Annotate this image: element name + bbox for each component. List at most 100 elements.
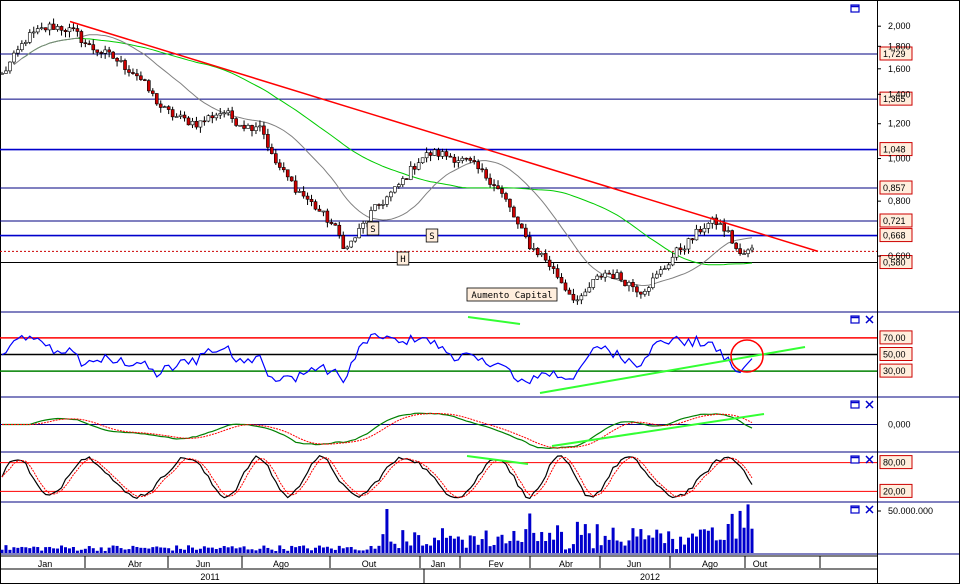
level-label-text: 0,721 (883, 216, 906, 226)
candle-body (341, 235, 346, 249)
close-x-icon[interactable] (865, 505, 874, 514)
candle-body (698, 228, 703, 233)
volume-bar (373, 548, 377, 553)
level-label-text: 0,857 (883, 183, 906, 193)
price-tick-label: 0,600 (888, 251, 911, 261)
annotation-text: H (400, 255, 405, 265)
candle-body (373, 204, 377, 211)
candle-body (8, 61, 12, 72)
close-x-stroke (865, 505, 874, 514)
volume-bar (230, 546, 234, 553)
volume-bar (349, 546, 353, 553)
window-icon[interactable] (850, 455, 860, 464)
candle-body (686, 238, 691, 250)
volume-bar (345, 547, 349, 553)
candle-body (218, 113, 223, 116)
candle-body (162, 106, 167, 108)
candle-body (539, 253, 544, 256)
candle-body (119, 60, 123, 62)
volume-bar (437, 540, 441, 553)
close-x-icon[interactable] (865, 400, 874, 409)
volume-bar (36, 547, 40, 553)
candle-body (258, 125, 262, 128)
volume-bar (575, 521, 579, 553)
macd-level-text: 0,000 (888, 420, 911, 430)
volume-bar (536, 541, 540, 553)
volume-bar (508, 540, 512, 553)
stoch-level-label: 20,00 (879, 483, 913, 498)
candle-body (59, 26, 64, 31)
window-icon[interactable] (850, 4, 860, 13)
volume-bar (595, 524, 599, 553)
volume-bar (135, 546, 139, 553)
volume-bar (329, 548, 333, 553)
volume-bar (663, 543, 667, 553)
volume-bar (4, 545, 8, 553)
volume-bar (83, 548, 87, 553)
candle-body (107, 49, 111, 53)
volume-bar (8, 549, 12, 553)
candle-body (0, 73, 4, 75)
price-tick-label: 2,000 (888, 21, 911, 31)
candle-body (43, 27, 48, 31)
volume-bar (603, 535, 607, 553)
volume-bar (591, 548, 595, 553)
candle-body (190, 120, 195, 126)
month-label: Jun (627, 559, 642, 569)
candle-body (131, 72, 135, 74)
volume-bar (310, 550, 314, 553)
price-tick-label: 1,600 (888, 64, 911, 74)
candle-body (718, 223, 723, 225)
candle-body (424, 152, 429, 159)
level-label-text: 0,668 (883, 231, 906, 241)
panel-controls[interactable] (850, 4, 874, 514)
close-x-icon[interactable] (865, 455, 874, 464)
volume-bar (52, 548, 56, 553)
volume-bar (234, 548, 238, 553)
volume-bar (631, 528, 635, 553)
volume-bar (317, 545, 321, 553)
volume-bar (587, 533, 591, 553)
candle-body (647, 287, 651, 292)
volume-bar (187, 545, 191, 553)
volume-bar (321, 547, 325, 553)
volume-bar (99, 547, 103, 553)
volume-bar (325, 546, 329, 553)
candle-body (150, 90, 155, 94)
candle-body (51, 23, 56, 30)
candle-body (242, 124, 246, 129)
candle-body (91, 44, 96, 51)
candle-body (222, 112, 227, 115)
volume-bar (440, 528, 444, 553)
candle-body (143, 79, 147, 81)
candle-body (174, 116, 179, 118)
candle-body (607, 272, 611, 275)
candle-body (123, 60, 127, 70)
candle-body (563, 282, 568, 291)
volume-bar (107, 547, 111, 553)
candle-body (333, 223, 338, 226)
candle-body (694, 228, 699, 241)
candle-body (520, 223, 524, 229)
volume-bar (103, 550, 107, 553)
rsi-level-label: 50,00 (879, 347, 913, 361)
volume-bar (298, 546, 302, 553)
volume-bar (389, 541, 393, 553)
macd-signal-line (2, 413, 753, 449)
rsi-level-label: 70,00 (879, 330, 913, 345)
candle-body (230, 110, 234, 119)
candle-body (214, 114, 219, 119)
volume-bar (710, 527, 714, 553)
candle-body (571, 293, 576, 301)
candle-body (67, 27, 72, 33)
volume-bar (706, 530, 710, 553)
window-icon[interactable] (850, 315, 860, 324)
rsi-level-text: 30,00 (883, 366, 906, 376)
month-label: Abr (559, 559, 573, 569)
window-icon[interactable] (850, 400, 860, 409)
candle-body (504, 193, 508, 200)
close-x-icon[interactable] (865, 315, 874, 324)
candle-body (147, 80, 151, 92)
plot-layer: S S H Aumento Capital (0, 18, 877, 553)
window-icon[interactable] (850, 505, 860, 514)
